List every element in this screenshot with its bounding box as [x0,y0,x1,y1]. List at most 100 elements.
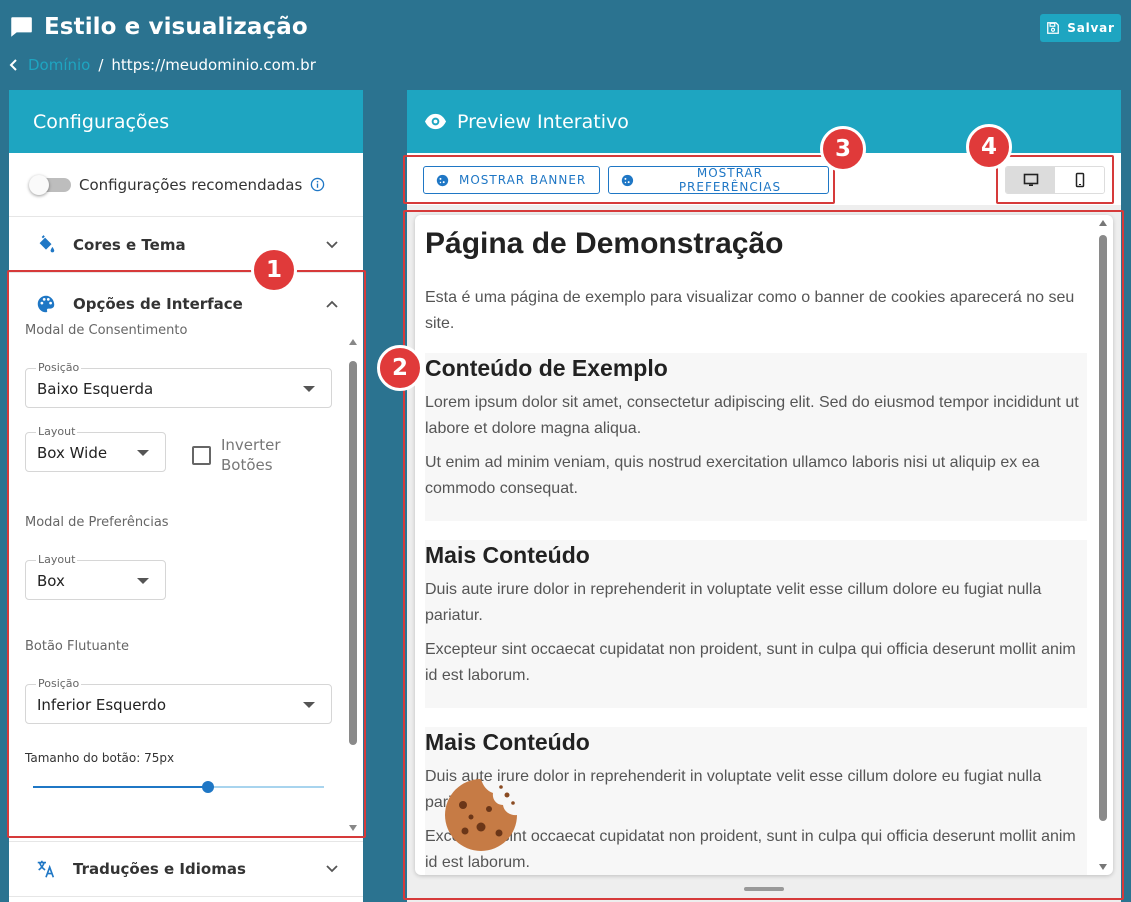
demo-section-paragraph: Excepteur sint occaecat cupidatat non pr… [425,828,1076,871]
show-banner-label: MOSTRAR BANNER [459,173,587,187]
invert-buttons-label-line2: Botões [221,456,273,474]
preview-panel-title: Preview Interativo [457,110,629,133]
annotation-badge-4: 4 [966,124,1012,170]
preview-panel: Preview Interativo MOSTRAR BANNER MOSTRA… [407,90,1121,902]
consent-modal-label: Modal de Consentimento [25,323,188,338]
breadcrumb: Domínio / https://meudominio.com.br [8,56,316,74]
monitor-icon [1023,173,1038,186]
invert-buttons-label-line1: Inverter [221,436,281,454]
demo-section-heading: Conteúdo de Exemplo [425,355,668,381]
options-scrollbar[interactable] [347,335,359,835]
floating-position-value: Inferior Esquerdo [37,696,167,714]
caret-down-icon [137,450,149,456]
breadcrumb-separator: / [98,56,104,74]
demo-section: Conteúdo de Exemplo Lorem ipsum dolor si… [425,353,1087,521]
chevron-down-icon [326,865,338,873]
preview-panel-header: Preview Interativo [407,90,1121,153]
interface-options-section: Opções de Interface Modal de Consentimen… [9,273,363,841]
info-icon[interactable] [310,177,325,192]
recommended-settings-toggle[interactable] [29,174,71,195]
page-title: Estilo e visualização [44,14,308,40]
demo-section-heading: Mais Conteúdo [425,542,590,568]
page-title-row: Estilo e visualização [8,14,308,40]
scroll-down-arrow-icon[interactable] [1099,864,1107,870]
mobile-view-button[interactable] [1055,167,1104,193]
show-preferences-button[interactable]: MOSTRAR PREFERÊNCIAS [608,166,829,194]
scrollbar-thumb[interactable] [349,361,357,745]
config-panel: Configurações Configurações recomendadas… [9,90,363,902]
app-header: Estilo e visualização Salvar Domínio / h… [0,0,1131,90]
preferences-layout-value: Box [37,572,65,590]
button-size-slider[interactable] [33,781,324,793]
caret-down-icon [137,578,149,584]
demo-section: Mais Conteúdo Duis aute irure dolor in r… [425,540,1087,708]
demo-section: Mais Conteúdo Duis aute irure dolor in r… [425,727,1087,875]
consent-layout-legend: Layout [36,425,78,438]
chevron-left-icon[interactable] [8,58,20,72]
translate-icon [37,860,55,878]
recommended-settings-label: Configurações recomendadas [79,175,303,194]
preview-toolbar: MOSTRAR BANNER MOSTRAR PREFERÊNCIAS [407,153,1121,205]
annotation-badge-2: 2 [377,345,423,391]
preferences-layout-select[interactable]: Layout Box [25,553,166,600]
paint-bucket-icon [39,234,55,252]
consent-position-select[interactable]: Posição Baixo Esquerda [25,361,332,408]
cookie-icon [621,174,634,186]
show-preferences-label: MOSTRAR PREFERÊNCIAS [678,166,782,194]
chevron-down-icon [326,240,338,248]
breadcrumb-domain-link[interactable]: Domínio [28,56,90,74]
button-size-slider-fill [33,786,208,788]
cookie-icon [436,174,449,186]
demo-section-paragraph: Duis aute irure dolor in reprehenderit i… [425,581,1042,624]
config-panel-title: Configurações [33,110,170,133]
preview-area: Página de Demonstração Esta é uma página… [407,205,1121,902]
accordion-translations[interactable]: Traduções e Idiomas [9,841,363,897]
config-panel-header: Configurações [9,90,363,153]
show-banner-button[interactable]: MOSTRAR BANNER [423,166,600,194]
caret-down-icon [303,702,315,708]
consent-position-value: Baixo Esquerda [37,380,154,398]
recommended-settings-row: Configurações recomendadas [9,153,363,217]
demo-section-heading: Mais Conteúdo [425,729,590,755]
device-toggle-group [1005,166,1105,194]
button-size-label: Tamanho do botão: 75px [25,751,175,765]
save-button[interactable]: Salvar [1040,14,1121,42]
preferences-layout-legend: Layout [36,553,78,566]
breadcrumb-current: https://meudominio.com.br [111,56,316,74]
preview-frame: Página de Demonstração Esta é uma página… [415,215,1113,875]
smartphone-icon [1075,172,1084,188]
consent-layout-select[interactable]: Layout Box Wide [25,425,166,472]
floating-position-legend: Posição [36,677,82,690]
accordion-colors-theme[interactable]: Cores e Tema [9,217,363,273]
floating-button-label: Botão Flutuante [25,639,129,654]
accordion-translations-label: Traduções e Idiomas [73,860,246,878]
preview-scrollbar[interactable] [1097,215,1109,875]
invert-buttons-label: Inverter Botões [221,435,280,475]
demo-page-title: Página de Demonstração [425,227,784,260]
chat-icon [11,17,32,37]
annotation-badge-3: 3 [820,126,866,172]
floppy-disk-icon [1047,22,1060,34]
button-size-slider-thumb[interactable] [201,781,214,793]
invert-buttons-checkbox[interactable] [192,446,211,465]
annotation-badge-1: 1 [251,247,297,293]
palette-icon [37,295,55,313]
consent-position-legend: Posição [36,361,82,374]
demo-section-paragraph: Ut enim ad minim veniam, quis nostrud ex… [425,454,1040,497]
caret-down-icon [303,386,315,392]
interface-options-body: Modal de Consentimento Posição Baixo Esq… [9,323,363,835]
floating-position-select[interactable]: Posição Inferior Esquerdo [25,677,332,724]
preferences-modal-label: Modal de Preferências [25,515,169,530]
scroll-down-arrow-icon[interactable] [349,825,357,831]
desktop-view-button[interactable] [1006,167,1055,193]
floating-cookie-icon[interactable] [441,775,521,855]
scroll-up-arrow-icon[interactable] [349,339,357,345]
demo-section-paragraph: Excepteur sint occaecat cupidatat non pr… [425,641,1076,684]
save-button-label: Salvar [1067,21,1115,35]
resize-handle[interactable] [744,887,784,891]
consent-layout-value: Box Wide [37,444,108,462]
scroll-up-arrow-icon[interactable] [1099,220,1107,226]
scrollbar-thumb[interactable] [1099,235,1107,821]
demo-section-paragraph: Lorem ipsum dolor sit amet, consectetur … [425,394,1079,437]
chevron-up-icon [326,300,338,308]
